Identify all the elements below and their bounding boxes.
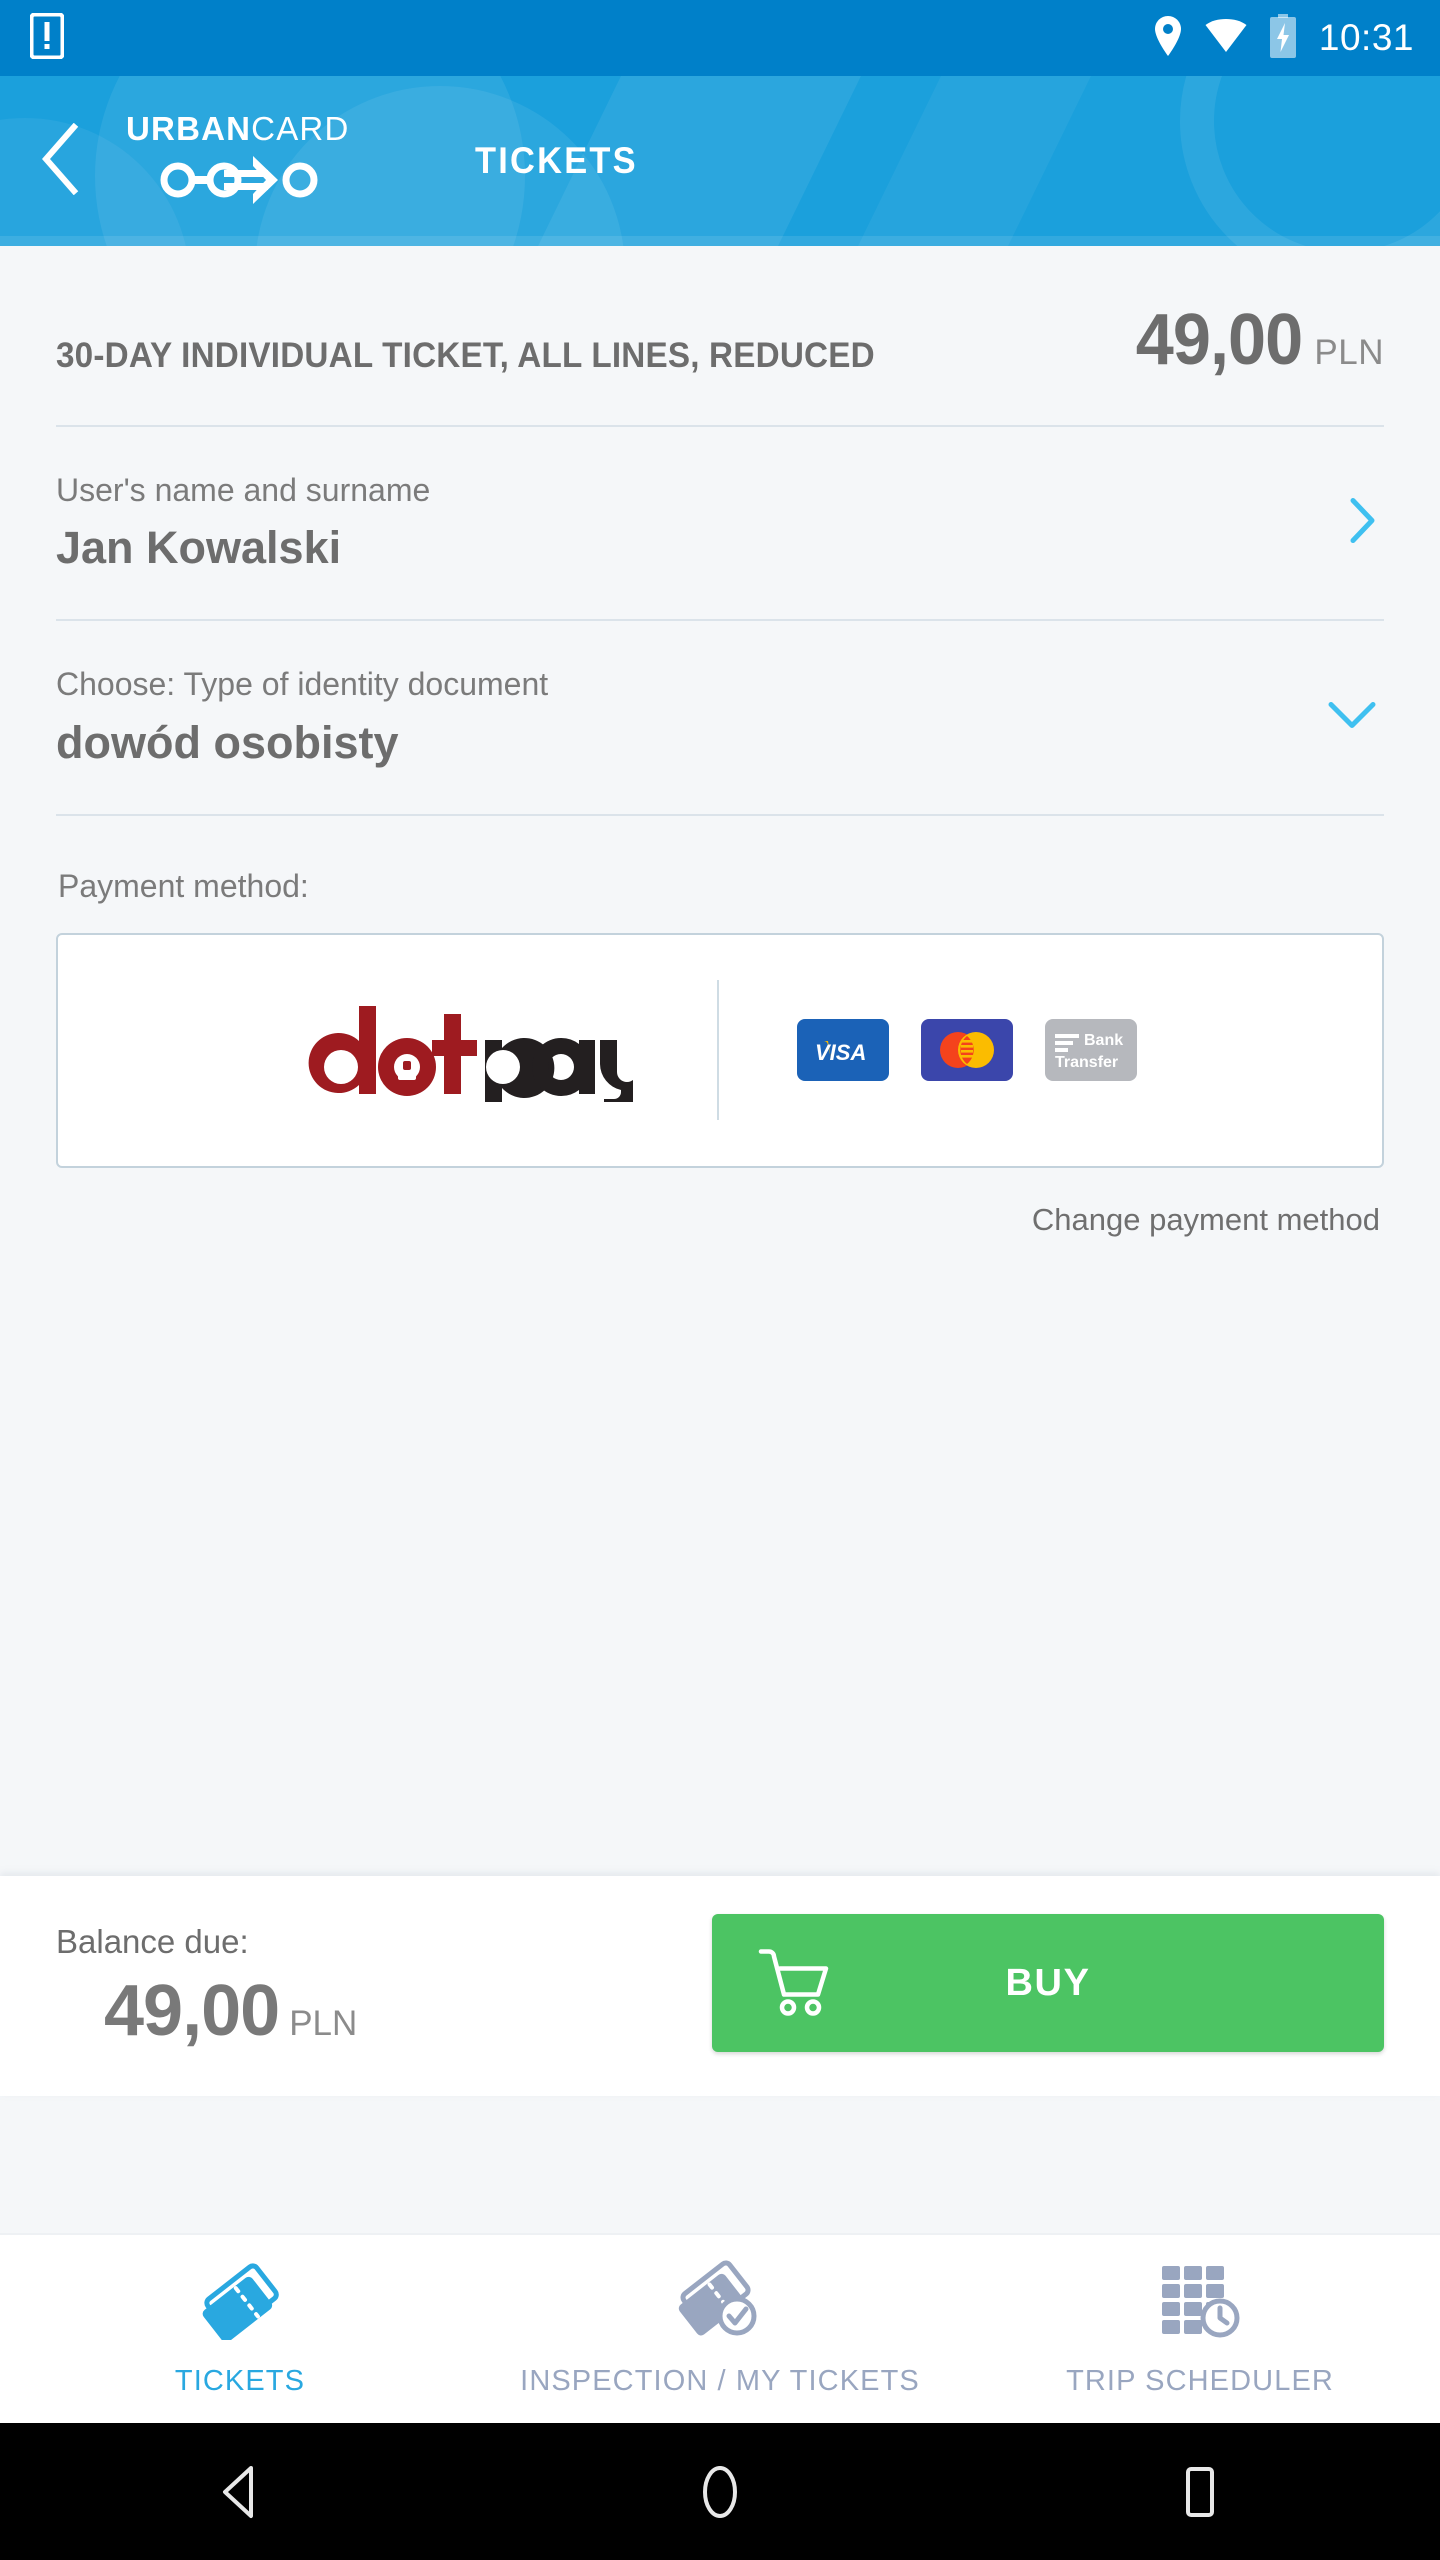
chevron-left-icon [40, 122, 80, 200]
svg-text:Transfer: Transfer [1055, 1054, 1118, 1071]
app-bar: URBANCARD TICKETS [0, 76, 1440, 246]
nav-label-trip-scheduler: TRIP SCHEDULER [1066, 2365, 1334, 2397]
user-name-value: Jan Kowalski [56, 522, 342, 574]
nav-item-inspection[interactable]: INSPECTION / MY TICKETS [480, 2260, 960, 2398]
bank-transfer-badge-icon: Bank Transfer [1045, 1019, 1137, 1082]
nav-label-inspection: INSPECTION / MY TICKETS [520, 2365, 920, 2397]
android-navigation-bar [0, 2423, 1440, 2560]
grid-clock-icon [1158, 2260, 1242, 2345]
nav-item-tickets[interactable]: TICKETS [0, 2260, 480, 2398]
user-name-label: User's name and surname [56, 472, 431, 508]
ticket-price-currency: PLN [1314, 333, 1384, 372]
buy-button[interactable]: BUY [712, 1914, 1384, 2052]
brand-wordmark: URBANCARD [126, 112, 349, 145]
ticket-summary-row: 30-DAY INDIVIDUAL TICKET, ALL LINES, RED… [56, 246, 1384, 425]
main-content: 30-DAY INDIVIDUAL TICKET, ALL LINES, RED… [0, 246, 1440, 1876]
back-button[interactable] [0, 122, 120, 200]
status-bar-right-icons: 10:31 [1153, 13, 1414, 63]
ticket-name: 30-DAY INDIVIDUAL TICKET, ALL LINES, RED… [56, 336, 875, 375]
status-bar-left-icons [29, 12, 65, 64]
nav-label-tickets: TICKETS [174, 2365, 306, 2397]
inspection-ticket-check-icon [675, 2260, 765, 2345]
checkout-footer: Balance due: 49,00 PLN BUY [0, 1876, 1440, 2096]
visa-badge-icon: VISA [797, 1019, 889, 1082]
mastercard-badge-icon [921, 1019, 1013, 1082]
change-payment-method-link[interactable]: Change payment method [56, 1168, 1384, 1238]
wifi-icon [1205, 18, 1247, 58]
app-screen: 10:31 URBANCARD TICKETS 30-DAY INDIVIDUA… [0, 0, 1440, 2560]
balance-due-value: 49,00 [104, 1970, 280, 2051]
android-back-button[interactable] [0, 2464, 480, 2520]
android-home-button[interactable] [480, 2463, 960, 2521]
payment-method-label: Payment method: [58, 867, 309, 904]
nav-item-trip-scheduler[interactable]: TRIP SCHEDULER [960, 2260, 1440, 2398]
brand-logo: URBANCARD [126, 112, 349, 211]
balance-due-currency: PLN [289, 2003, 358, 2043]
svg-text:VISA: VISA [815, 1040, 866, 1065]
identity-document-value: dowód osobisty [56, 716, 399, 768]
status-bar-clock: 10:31 [1318, 17, 1414, 58]
status-bar: 10:31 [0, 0, 1440, 76]
payment-badges: VISA Bank Transfer [719, 1019, 1137, 1082]
ticket-price-value: 49,00 [1135, 300, 1303, 380]
bottom-navigation: TICKETS INSPECTION / MY TICKETS TRIP SCH… [0, 2233, 1440, 2423]
notification-icon [29, 12, 65, 64]
ticket-price: 49,00 PLN [1127, 300, 1384, 380]
identity-document-label: Choose: Type of identity document [56, 666, 549, 703]
identity-document-field[interactable]: Choose: Type of identity document dowód … [56, 621, 1384, 813]
svg-text:Bank: Bank [1084, 1032, 1123, 1049]
tickets-icon [197, 2260, 283, 2345]
balance-due-block: Balance due: 49,00 PLN [56, 1922, 358, 2051]
page-title: TICKETS [475, 140, 639, 181]
user-name-field[interactable]: User's name and surname Jan Kowalski [56, 427, 1384, 619]
balance-due-amount: 49,00 PLN [56, 1970, 358, 2051]
balance-due-label: Balance due: [56, 1922, 249, 1960]
android-recents-button[interactable] [960, 2463, 1440, 2521]
brand-light-text: CARD [251, 109, 350, 147]
chevron-down-icon[interactable] [1328, 701, 1376, 734]
battery-charging-icon [1269, 13, 1297, 63]
location-icon [1153, 15, 1183, 62]
dotpay-logo [303, 998, 717, 1115]
footer-gap [0, 2096, 1440, 2233]
urbancard-mark-icon [158, 154, 318, 211]
payment-method-card[interactable]: VISA Bank Transfer [56, 932, 1384, 1168]
brand-bold-text: URBAN [126, 109, 252, 147]
shopping-cart-icon [758, 1946, 834, 2021]
chevron-right-icon[interactable] [1350, 498, 1376, 549]
